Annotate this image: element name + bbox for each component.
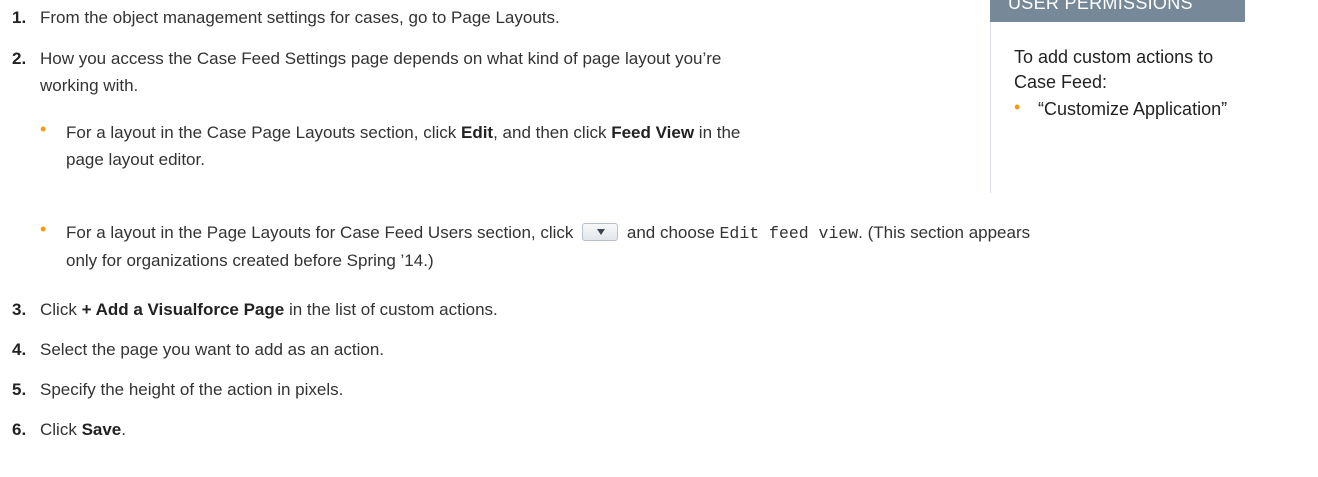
bullet-icon: •: [1014, 97, 1021, 117]
feed-view-label: Feed View: [611, 123, 695, 142]
step-text: Specify the height of the action in pixe…: [40, 380, 344, 399]
edit-label: Edit: [460, 123, 494, 142]
step-6: 6. Click Save.: [12, 416, 126, 443]
step-text: From the object management settings for …: [40, 8, 560, 27]
step-2: 2. How you access the Case Feed Settings…: [12, 45, 721, 99]
permission-item: • “Customize Application”: [1014, 97, 1227, 122]
step-number: 5.: [12, 380, 27, 399]
dropdown-button[interactable]: [582, 223, 619, 241]
bullet-case-page-layouts: • For a layout in the Case Page Layouts …: [38, 119, 740, 173]
permissions-intro: To add custom actions to Case Feed:: [1014, 47, 1214, 92]
bullet-text: For a layout in the Page Layouts for Cas…: [66, 223, 1031, 270]
save-label: Save: [81, 420, 122, 439]
step-text: Click Save.: [40, 420, 126, 439]
step-number: 1.: [12, 8, 27, 27]
add-visualforce-page-label: + Add a Visualforce Page: [81, 300, 285, 319]
step-text: Click + Add a Visualforce Page in the li…: [40, 300, 498, 319]
edit-feed-view-code: Edit feed view: [719, 224, 859, 243]
step-text-line-2: working with.: [40, 76, 139, 95]
bullet-icon: •: [40, 219, 47, 239]
step-5: 5. Specify the height of the action in p…: [12, 376, 343, 403]
step-number: 4.: [12, 340, 27, 359]
step-text-line-1: How you access the Case Feed Settings pa…: [40, 49, 722, 68]
user-permissions-sidebar: USER PERMISSIONS To add custom actions t…: [978, 0, 1318, 307]
bullet-icon: •: [40, 119, 47, 139]
sidebar-divider: [990, 0, 991, 193]
step-number: 6.: [12, 420, 27, 439]
bullet-text: For a layout in the Case Page Layouts se…: [66, 123, 741, 169]
step-number: 2.: [12, 49, 27, 68]
step-text: How you access the Case Feed Settings pa…: [40, 45, 721, 99]
chevron-down-icon: [597, 229, 606, 235]
step-number: 3.: [12, 300, 27, 319]
bullet-case-feed-users: • For a layout in the Page Layouts for C…: [38, 219, 1030, 274]
permission-label: “Customize Application”: [1038, 99, 1228, 119]
user-permissions-header: USER PERMISSIONS: [990, 0, 1245, 22]
step-1: 1. From the object management settings f…: [12, 4, 560, 31]
step-4: 4. Select the page you want to add as an…: [12, 336, 384, 363]
step-3: 3. Click + Add a Visualforce Page in the…: [12, 296, 498, 323]
step-text: Select the page you want to add as an ac…: [40, 340, 385, 359]
